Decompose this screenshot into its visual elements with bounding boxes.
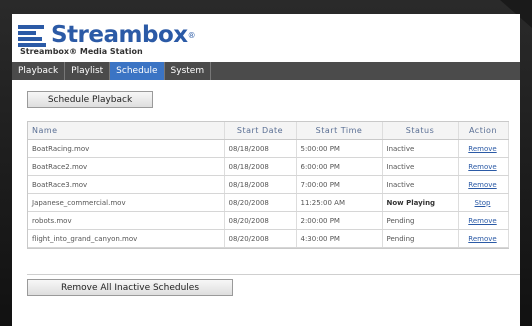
- stop-link[interactable]: Stop: [475, 199, 491, 207]
- row-name: BoatRace3.mov: [28, 175, 225, 194]
- row-start-date: 08/18/2008: [224, 175, 297, 194]
- tab-system[interactable]: System: [165, 62, 212, 80]
- table-header-row: Name Start Date Start Time Status Action: [28, 122, 509, 140]
- row-status: Inactive: [382, 175, 459, 194]
- row-action-cell: Remove: [458, 139, 509, 158]
- row-start-time: 2:00:00 PM: [296, 211, 383, 230]
- column-header-start-time[interactable]: Start Time: [296, 122, 383, 140]
- schedule-playback-button[interactable]: Schedule Playback: [27, 91, 153, 108]
- schedule-table: Name Start Date Start Time Status Action…: [27, 121, 509, 249]
- row-start-time: 7:00:00 PM: [296, 175, 383, 194]
- row-start-date: 08/20/2008: [224, 211, 297, 230]
- tab-schedule[interactable]: Schedule: [110, 62, 165, 80]
- row-start-date: 08/18/2008: [224, 139, 297, 158]
- brand-registered: ®: [187, 30, 196, 40]
- remove-link[interactable]: Remove: [468, 181, 496, 189]
- header: Streambox ® Streambox® Media Station: [12, 14, 520, 62]
- remove-link[interactable]: Remove: [468, 145, 496, 153]
- app-window: Streambox ® Streambox® Media Station Pla…: [12, 14, 520, 326]
- row-name: BoatRace2.mov: [28, 157, 225, 176]
- row-start-time: 4:30:00 PM: [296, 229, 383, 248]
- row-status: Pending: [382, 229, 459, 248]
- table-row: flight_into_grand_canyon.mov 08/20/2008 …: [28, 229, 509, 248]
- row-start-time: 6:00:00 PM: [296, 157, 383, 176]
- remove-link[interactable]: Remove: [468, 235, 496, 243]
- row-start-date: 08/20/2008: [224, 193, 297, 212]
- row-name: robots.mov: [28, 211, 225, 230]
- column-header-start-date[interactable]: Start Date: [224, 122, 297, 140]
- row-action-cell: Remove: [458, 229, 509, 248]
- table-row: robots.mov 08/20/2008 2:00:00 PM Pending…: [28, 211, 509, 230]
- row-start-time: 11:25:00 AM: [296, 193, 383, 212]
- table-row: BoatRace3.mov 08/18/2008 7:00:00 PM Inac…: [28, 175, 509, 194]
- row-status: Now Playing: [382, 193, 459, 212]
- row-name: BoatRacing.mov: [28, 139, 225, 158]
- streambox-logo: Streambox ®: [18, 22, 196, 48]
- brand-name: Streambox: [51, 22, 188, 48]
- column-header-status[interactable]: Status: [382, 122, 459, 140]
- streambox-logo-icon: [18, 24, 48, 47]
- remove-link[interactable]: Remove: [468, 217, 496, 225]
- remove-all-inactive-button[interactable]: Remove All Inactive Schedules: [27, 279, 233, 296]
- row-start-time: 5:00:00 PM: [296, 139, 383, 158]
- row-start-date: 08/20/2008: [224, 229, 297, 248]
- row-status: Inactive: [382, 139, 459, 158]
- tab-bar: Playback Playlist Schedule System: [12, 62, 520, 80]
- row-action-cell: Remove: [458, 157, 509, 176]
- app-subtitle: Streambox® Media Station: [20, 47, 143, 56]
- column-header-name[interactable]: Name: [28, 122, 225, 140]
- table-row: BoatRace2.mov 08/18/2008 6:00:00 PM Inac…: [28, 157, 509, 176]
- tab-playback[interactable]: Playback: [12, 62, 66, 80]
- row-name: Japanese_commercial.mov: [28, 193, 225, 212]
- tab-playlist[interactable]: Playlist: [65, 62, 111, 80]
- row-status: Inactive: [382, 157, 459, 176]
- section-divider: [27, 274, 520, 275]
- row-name: flight_into_grand_canyon.mov: [28, 229, 225, 248]
- row-start-date: 08/18/2008: [224, 157, 297, 176]
- row-action-cell: Remove: [458, 211, 509, 230]
- row-status: Pending: [382, 211, 459, 230]
- table-row: Japanese_commercial.mov 08/20/2008 11:25…: [28, 193, 509, 212]
- row-action-cell: Remove: [458, 175, 509, 194]
- row-action-cell: Stop: [458, 193, 509, 212]
- table-row: BoatRacing.mov 08/18/2008 5:00:00 PM Ina…: [28, 139, 509, 158]
- column-header-action: Action: [458, 122, 509, 140]
- remove-link[interactable]: Remove: [468, 163, 496, 171]
